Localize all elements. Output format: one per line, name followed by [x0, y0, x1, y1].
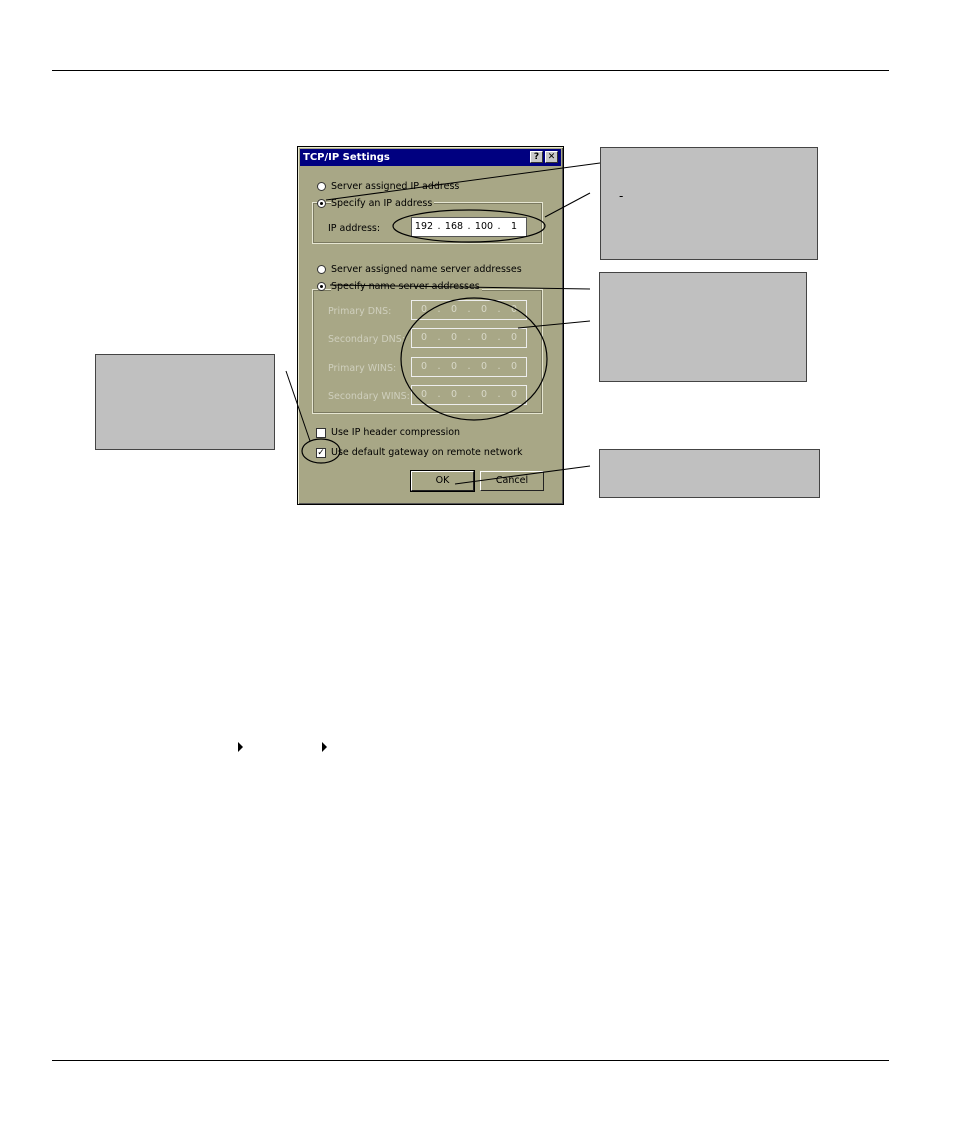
leader-ip-option — [325, 162, 601, 201]
ip-address-ellipse — [392, 209, 546, 243]
menu-arrow-icon — [238, 742, 243, 752]
leader-dns-fields — [517, 320, 591, 329]
leader-ip-field — [544, 192, 591, 218]
dns-fields-ellipse — [400, 297, 548, 421]
annotation-overlay — [285, 162, 601, 485]
leader-ok — [454, 465, 591, 485]
leader-gateway — [285, 370, 311, 442]
leader-dns-option — [329, 284, 591, 290]
gateway-checkbox-ellipse — [301, 438, 341, 464]
menu-arrow-icon — [322, 742, 327, 752]
